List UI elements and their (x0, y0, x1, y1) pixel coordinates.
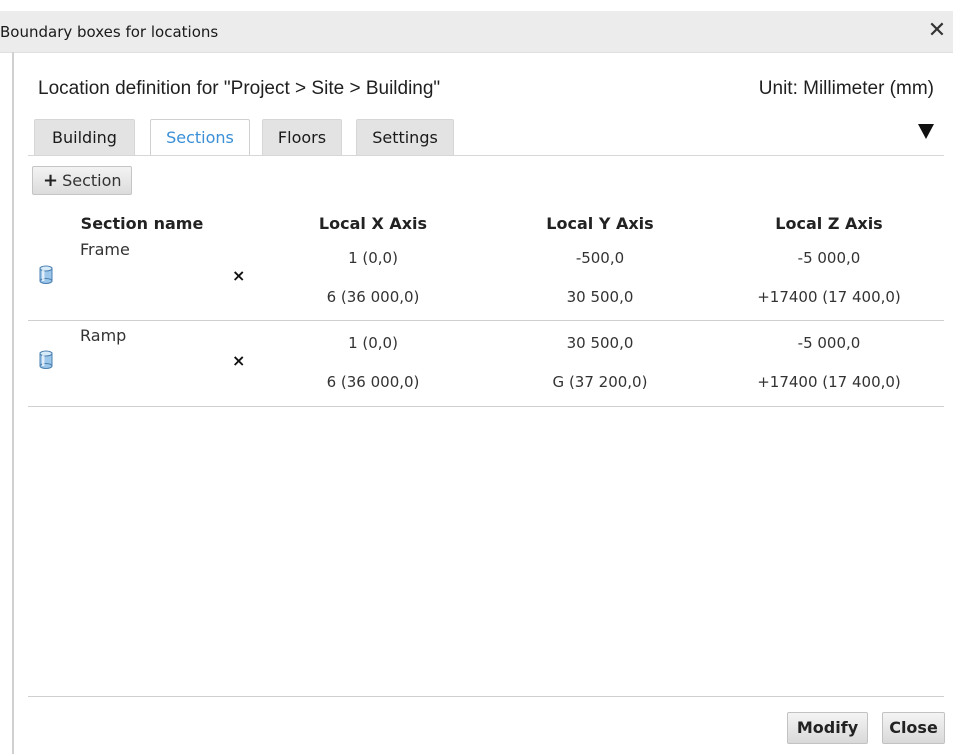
tab-sections[interactable]: Sections (150, 119, 250, 156)
delete-section-icon[interactable]: × (232, 266, 245, 285)
close-button[interactable]: Close (882, 712, 945, 744)
unit-label: Unit: Millimeter (mm) (758, 78, 934, 99)
section-name: Ramp (80, 326, 127, 345)
table-row[interactable]: Ramp × 1 (0,0) 6 (36 000,0) 30 500,0 G (… (28, 321, 944, 407)
local-y-start[interactable]: 30 500,0 (490, 334, 710, 352)
local-x-start[interactable]: 1 (0,0) (263, 249, 483, 267)
dropdown-arrow-icon[interactable] (918, 124, 934, 139)
cylinder-icon (39, 350, 53, 373)
tab-floors[interactable]: Floors (262, 119, 342, 155)
local-z-start[interactable]: -5 000,0 (719, 334, 939, 352)
table-row[interactable]: Frame × 1 (0,0) 6 (36 000,0) -500,0 30 5… (28, 236, 944, 321)
local-y-start[interactable]: -500,0 (490, 249, 710, 267)
window-title: Boundary boxes for locations (0, 23, 219, 41)
dialog-left-border (12, 52, 14, 754)
location-definition-label: Location definition for "Project > Site … (38, 78, 441, 99)
close-icon[interactable]: ✕ (923, 17, 951, 45)
plus-icon: + (43, 170, 59, 191)
tab-building[interactable]: Building (34, 119, 135, 155)
local-y-end[interactable]: 30 500,0 (490, 288, 710, 306)
boundary-boxes-dialog: Boundary boxes for locations ✕ Location … (0, 0, 953, 754)
tab-settings[interactable]: Settings (356, 119, 454, 155)
local-y-end[interactable]: G (37 200,0) (490, 373, 710, 391)
local-x-end[interactable]: 6 (36 000,0) (263, 288, 483, 306)
column-header-section-name: Section name (80, 214, 204, 233)
local-x-start[interactable]: 1 (0,0) (263, 334, 483, 352)
footer-divider (28, 696, 944, 697)
cylinder-icon (39, 265, 53, 288)
column-header-local-x: Local X Axis (318, 214, 428, 233)
local-z-end[interactable]: +17400 (17 400,0) (719, 373, 939, 391)
add-section-label: Section (62, 171, 122, 190)
section-name: Frame (80, 240, 130, 259)
local-z-end[interactable]: +17400 (17 400,0) (719, 288, 939, 306)
title-bar: Boundary boxes for locations ✕ (0, 11, 953, 53)
delete-section-icon[interactable]: × (232, 351, 245, 370)
local-z-start[interactable]: -5 000,0 (719, 249, 939, 267)
modify-button[interactable]: Modify (787, 712, 868, 744)
add-section-button[interactable]: + Section (32, 166, 132, 195)
local-x-end[interactable]: 6 (36 000,0) (263, 373, 483, 391)
column-header-local-y: Local Y Axis (546, 214, 654, 233)
column-header-local-z: Local Z Axis (775, 214, 883, 233)
tabs-divider (28, 155, 944, 156)
